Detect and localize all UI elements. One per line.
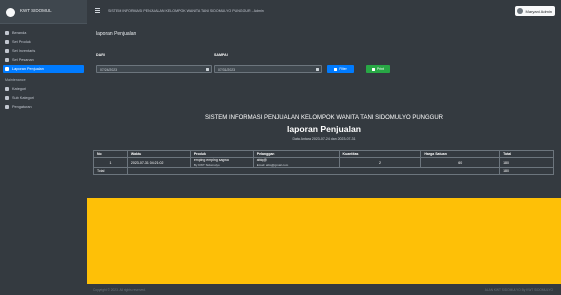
print-button[interactable]: Print	[366, 65, 390, 73]
column-header: Harga Satuan	[420, 150, 501, 158]
sidebar-item-label: Pengaturan	[12, 105, 32, 109]
sidebar-item-laporan-penjualan[interactable]: Laporan Penjualan	[3, 65, 84, 73]
sidebar-item-label: Set Inventaris	[12, 49, 36, 53]
sidebar-item-label: Beranda	[12, 31, 27, 35]
user-menu-button[interactable]: Maryani Admin	[514, 6, 555, 16]
product-vendor: By KWT Sidomulyo	[193, 163, 220, 167]
table-row: 1 2023-07-31 04:21:02 emping emping sagw…	[93, 157, 554, 168]
sidebar-item-kategori[interactable]: Kategori	[0, 85, 87, 93]
print-icon	[372, 67, 375, 71]
table-total-row: Total 180	[93, 167, 554, 175]
gear-icon	[5, 105, 9, 109]
cell-kuantitas: 2	[338, 157, 422, 168]
report-heading: SISTEM INFORMASI PENJUALAN KELOMPOK WANI…	[204, 115, 444, 121]
from-date-input[interactable]: 07/24/2023	[96, 65, 212, 73]
page-title: laporan Penjualan	[96, 31, 137, 37]
sidebar-item-sub-kategori[interactable]: Sub Kategori	[0, 94, 87, 102]
total-value: 180	[499, 167, 554, 175]
print-button-label: Print	[377, 67, 384, 71]
column-header: Waktu	[126, 150, 191, 158]
list-icon	[5, 96, 9, 100]
menu-toggle-icon[interactable]	[95, 8, 100, 13]
column-header: Kuantitas	[338, 150, 422, 158]
sales-table: No Waktu Produk Pelanggan Kuantitas Harg…	[93, 150, 554, 175]
sidebar-item-set-pesanan[interactable]: Set Pesanan	[0, 56, 87, 64]
filter-icon	[334, 67, 338, 71]
brand[interactable]: KWT SIDOMUL	[0, 0, 87, 24]
customer-name: abiq@	[256, 158, 267, 162]
footer-copyright: Copyright © 2023. All rights reserved.	[93, 288, 146, 292]
report-icon	[5, 67, 9, 71]
from-date-label: DARI	[96, 53, 105, 57]
cell-harga: 60	[420, 157, 501, 168]
calendar-icon[interactable]	[206, 67, 209, 71]
report-card: DARI 07/24/2023 SAMPAI 07/31/2023 Filter…	[87, 44, 561, 198]
sidebar-item-label: Sub Kategori	[12, 96, 34, 100]
filter-button-label: Filter	[339, 67, 347, 71]
total-spacer	[126, 167, 501, 175]
column-header: Pelanggan	[252, 150, 340, 158]
report-title: laporan Penjualan	[286, 124, 362, 134]
column-header: No	[93, 150, 128, 158]
box-icon	[5, 40, 9, 44]
to-date-value: 07/31/2023	[218, 67, 235, 72]
table-header-row: No Waktu Produk Pelanggan Kuantitas Harg…	[93, 150, 554, 158]
product-name: emping emping sagwa	[193, 158, 229, 162]
page-header: laporan Penjualan	[87, 24, 561, 44]
to-date-label: SAMPAI	[214, 53, 228, 57]
list-icon	[5, 87, 9, 91]
column-header: Total	[499, 150, 554, 158]
cell-waktu: 2023-07-31 04:21:02	[126, 157, 191, 168]
sidebar: Beranda Set Produk Set Inventaris Set Pe…	[0, 24, 87, 295]
brand-name: KWT SIDOMUL	[20, 8, 52, 13]
filter-button[interactable]: Filter	[327, 65, 354, 73]
box-icon	[5, 49, 9, 53]
avatar	[516, 8, 523, 14]
sidebar-item-label: Kategori	[12, 87, 27, 91]
user-name: Maryani Admin	[525, 8, 552, 14]
sidebar-item-pengaturan[interactable]: Pengaturan	[0, 103, 87, 111]
sidebar-item-set-produk[interactable]: Set Produk	[0, 38, 87, 46]
sidebar-section-header: Maintenance	[5, 78, 26, 82]
sidebar-item-label: Set Produk	[12, 40, 31, 44]
cell-produk: emping emping sagwa By KWT Sidomulyo	[189, 157, 254, 168]
sidebar-item-label: Set Pesanan	[12, 58, 34, 62]
sidebar-item-set-inventaris[interactable]: Set Inventaris	[0, 47, 87, 55]
cell-pelanggan: abiq@ Email: abiq@gmail.com	[252, 157, 340, 168]
customer-email: Email: abiq@gmail.com	[256, 163, 289, 167]
cell-no: 1	[93, 157, 128, 168]
cart-icon	[5, 58, 9, 62]
footer: Copyright © 2023. All rights reserved. A…	[87, 284, 561, 295]
calendar-icon[interactable]	[316, 67, 319, 71]
report-date-range: Data Antara 2023-07-24 dan 2023-07-31	[292, 137, 356, 141]
column-header: Produk	[189, 150, 254, 158]
top-navbar: KWT SIDOMUL SISTEM INFORMASI PENJUALAN K…	[0, 0, 561, 24]
content-area: laporan Penjualan DARI 07/24/2023 SAMPAI…	[87, 24, 561, 284]
footer-credit: ALAN KWT SIDOMULYO By KWT SIDOMULYO	[484, 288, 553, 292]
total-label: Total	[93, 167, 128, 175]
cell-total: 180	[499, 157, 554, 168]
brand-logo-icon	[6, 8, 15, 17]
sidebar-item-label: Laporan Penjualan	[12, 67, 44, 71]
sidebar-item-beranda[interactable]: Beranda	[0, 29, 87, 37]
home-icon	[5, 31, 9, 35]
to-date-input[interactable]: 07/31/2023	[214, 65, 322, 73]
from-date-value: 07/24/2023	[100, 67, 117, 72]
app-title: SISTEM INFORMASI PENJUALAN KELOMPOK WANI…	[108, 9, 264, 13]
